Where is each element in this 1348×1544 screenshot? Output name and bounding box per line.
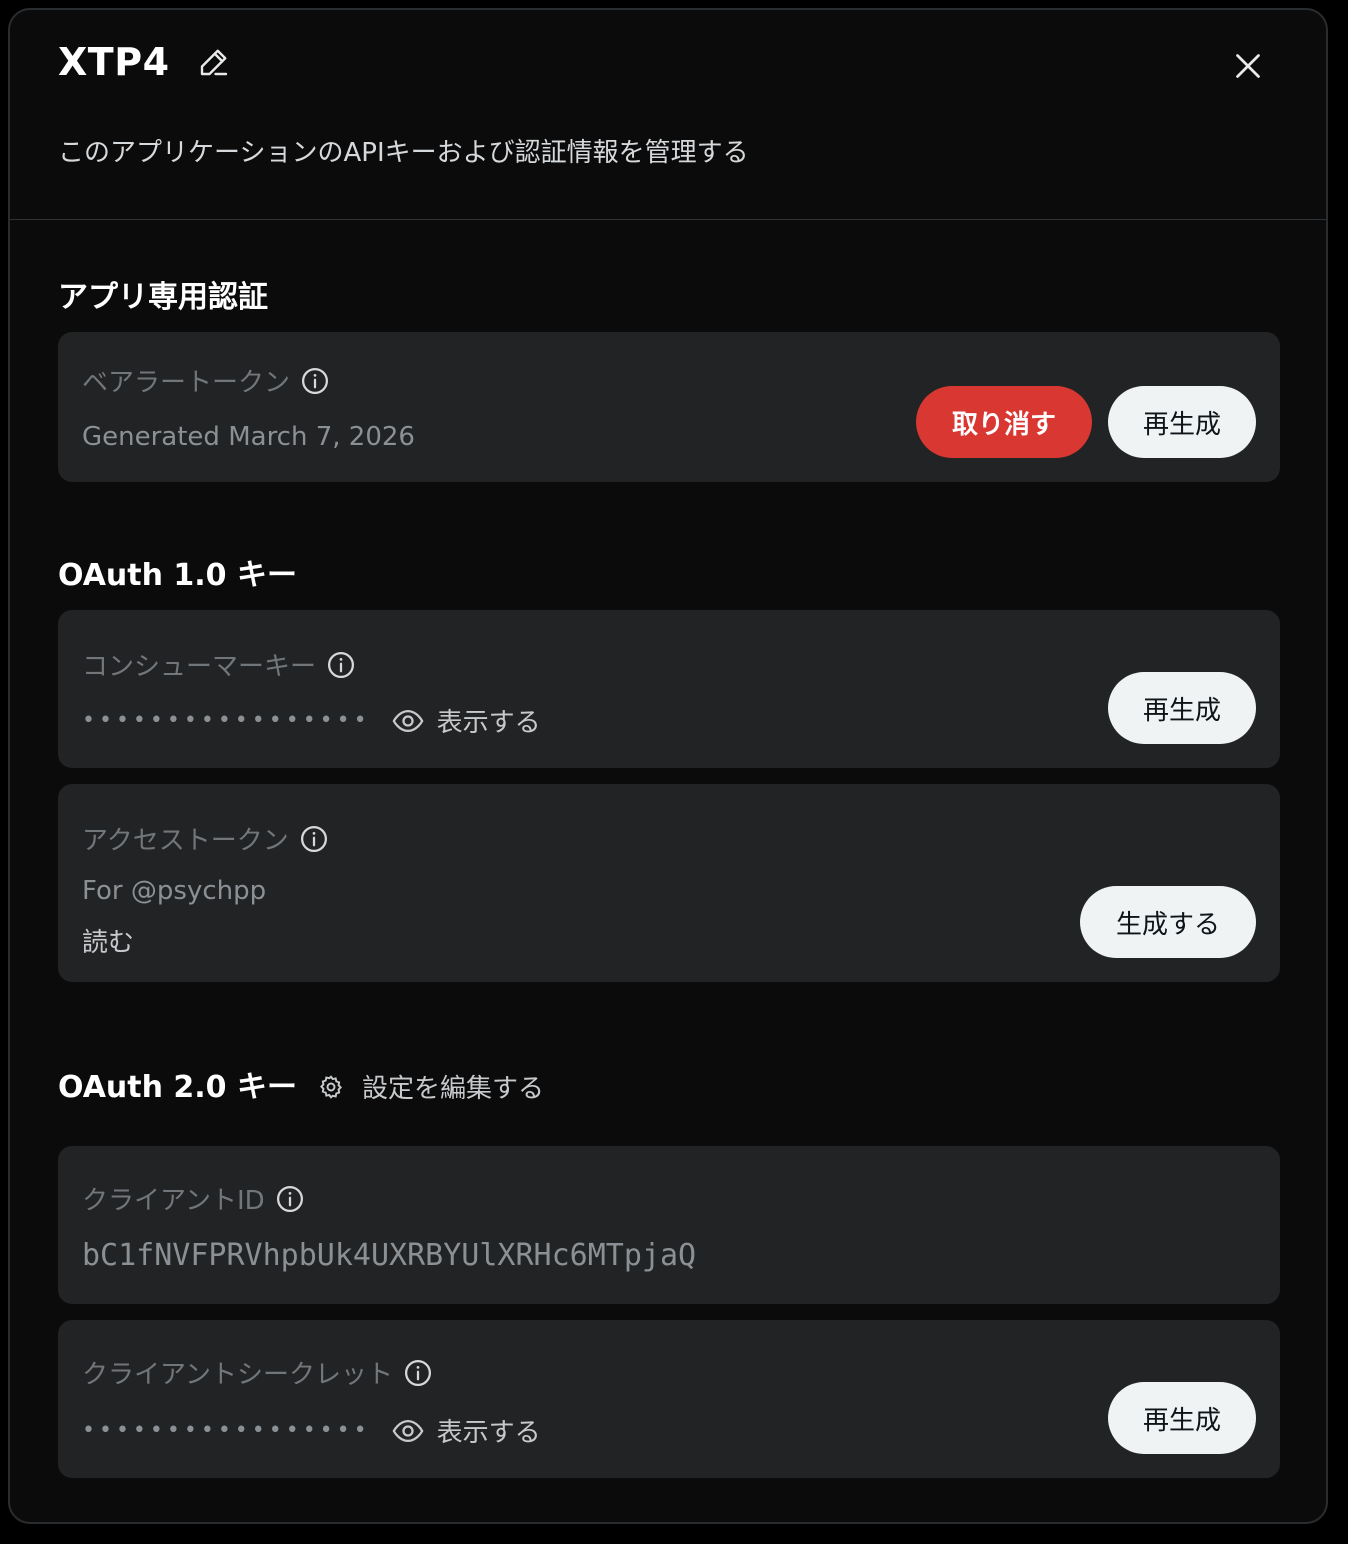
bearer-token-label: ベアラートークン [82, 368, 291, 398]
client-secret-card: クライアントシークレット ••••••••••••••••• 表示する 再生成 [58, 1320, 1280, 1478]
regenerate-consumer-key-button[interactable]: 再生成 [1108, 672, 1256, 744]
generate-access-token-button[interactable]: 生成する [1080, 886, 1256, 958]
info-icon[interactable] [326, 650, 356, 680]
regenerate-bearer-button[interactable]: 再生成 [1108, 386, 1256, 458]
client-secret-masked: ••••••••••••••••• [82, 1418, 371, 1443]
show-label: 表示する [436, 1418, 541, 1448]
consumer-key-card: コンシューマーキー ••••••••••••••••• 表示する 再生成 [58, 610, 1280, 768]
access-token-user: For @psychpp [82, 876, 267, 906]
consumer-key-masked: ••••••••••••••••• [82, 708, 371, 733]
regenerate-client-secret-button[interactable]: 再生成 [1108, 1382, 1256, 1454]
edit-settings-button[interactable]: 設定を編集する [318, 1068, 544, 1105]
client-id-label: クライアントID [82, 1186, 265, 1216]
client-secret-label: クライアントシークレット [82, 1360, 393, 1390]
revoke-button[interactable]: 取り消す [916, 386, 1092, 458]
info-icon[interactable] [275, 1184, 305, 1214]
oauth1-title: OAuth 1.0 キー [58, 558, 298, 593]
access-token-permission: 読む [82, 928, 135, 958]
consumer-key-label-row: コンシューマーキー [82, 646, 356, 683]
info-icon[interactable] [300, 366, 330, 396]
bearer-token-card: ベアラートークン Generated March 7, 2026 取り消す 再生… [58, 332, 1280, 482]
app-title: XTP4 [58, 40, 170, 84]
app-only-auth-title: アプリ専用認証 [58, 280, 268, 315]
eye-icon [392, 1419, 424, 1442]
panel-header: XTP4 このアプリケーションのAPIキーおよび認証情報を管理する [10, 10, 1326, 220]
access-token-label: アクセストークン [82, 826, 289, 856]
consumer-key-label: コンシューマーキー [82, 652, 317, 682]
gear-icon [320, 1074, 342, 1099]
access-token-card: アクセストークン For @psychpp 読む 生成する [58, 784, 1280, 982]
client-secret-label-row: クライアントシークレット [82, 1354, 433, 1391]
app-keys-panel: XTP4 このアプリケーションのAPIキーおよび認証情報を管理する アプリ専用認… [8, 8, 1328, 1524]
panel-subtitle: このアプリケーションのAPIキーおよび認証情報を管理する [58, 138, 749, 168]
client-id-label-row: クライアントID [82, 1180, 305, 1217]
edit-settings-label: 設定を編集する [362, 1074, 545, 1104]
info-icon[interactable] [299, 824, 329, 854]
show-label: 表示する [436, 708, 541, 738]
eye-icon [392, 709, 424, 732]
client-id-value[interactable]: bC1fNVFPRVhpbUk4UXRBYUlXRHc6MTpjaQ [82, 1238, 696, 1273]
title-row: XTP4 [58, 40, 232, 84]
show-client-secret-button[interactable]: 表示する [391, 1412, 541, 1449]
bearer-token-label-row: ベアラートークン [82, 362, 330, 399]
pencil-icon[interactable] [196, 44, 232, 80]
consumer-key-value-row: ••••••••••••••••• 表示する [82, 702, 541, 739]
oauth2-title: OAuth 2.0 キー [58, 1070, 298, 1105]
client-secret-value-row: ••••••••••••••••• 表示する [82, 1412, 541, 1449]
client-id-card: クライアントID bC1fNVFPRVhpbUk4UXRBYUlXRHc6MTp… [58, 1146, 1280, 1304]
close-icon[interactable] [1230, 48, 1266, 84]
bearer-token-generated: Generated March 7, 2026 [82, 422, 415, 452]
info-icon[interactable] [403, 1358, 433, 1388]
access-token-label-row: アクセストークン [82, 820, 329, 857]
show-consumer-key-button[interactable]: 表示する [391, 702, 541, 739]
